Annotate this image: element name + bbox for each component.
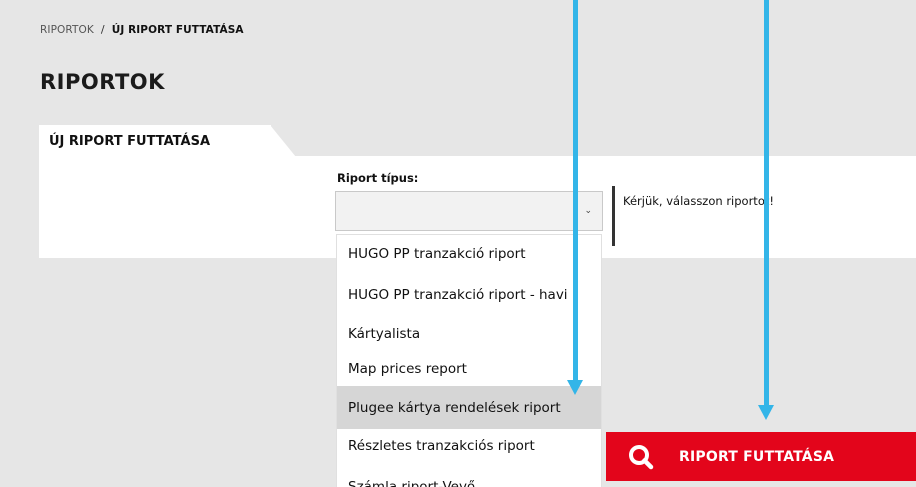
help-text: Kérjük, válasszon riportot!	[623, 194, 774, 208]
run-report-label: RIPORT FUTTATÁSA	[679, 448, 835, 465]
dropdown-option[interactable]: Map prices report	[337, 352, 601, 386]
dropdown-option[interactable]: Számla riport-Vevő	[337, 463, 601, 487]
dropdown-option-highlighted[interactable]: Plugee kártya rendelések riport	[337, 386, 601, 429]
breadcrumb: RIPORTOK / ÚJ RIPORT FUTTATÁSA	[40, 23, 244, 36]
annotation-arrow-line	[764, 0, 769, 407]
dropdown-option[interactable]: HUGO PP tranzakció riport - havi	[337, 273, 601, 316]
run-report-button[interactable]: RIPORT FUTTATÁSA	[606, 432, 916, 481]
annotation-arrow-head	[567, 380, 583, 395]
dropdown-option[interactable]: HUGO PP tranzakció riport	[337, 235, 601, 273]
chevron-down-icon: ⌄	[584, 206, 592, 216]
annotation-arrow-line	[573, 0, 578, 382]
breadcrumb-current: ÚJ RIPORT FUTTATÁSA	[111, 23, 244, 36]
tab-new-report-run[interactable]: ÚJ RIPORT FUTTATÁSA	[39, 125, 271, 157]
help-text-bar	[612, 186, 615, 246]
annotation-arrow-head	[758, 405, 774, 420]
dropdown-option[interactable]: Kártyalista	[337, 316, 601, 352]
tab-slant-decoration	[270, 125, 296, 157]
report-type-select[interactable]: ⌄	[335, 191, 603, 231]
report-type-label: Riport típus:	[337, 171, 419, 185]
search-icon	[629, 444, 654, 469]
breadcrumb-riportok-link[interactable]: RIPORTOK	[40, 24, 94, 36]
breadcrumb-separator: /	[100, 23, 105, 36]
report-type-dropdown: HUGO PP tranzakció riport HUGO PP tranza…	[337, 235, 601, 487]
dropdown-option[interactable]: Részletes tranzakciós riport	[337, 429, 601, 463]
page-title: RIPORTOK	[40, 70, 165, 94]
